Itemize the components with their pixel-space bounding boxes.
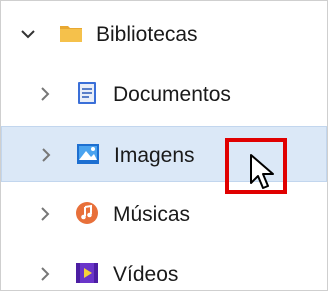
music-icon: [76, 202, 98, 224]
image-icon: [77, 144, 99, 164]
navigation-pane: Bibliotecas Documentos Imagens Músicas V…: [0, 0, 328, 291]
tree-item-label: Bibliotecas: [96, 23, 198, 46]
chevron-right-icon[interactable]: [36, 265, 54, 283]
document-icon: [78, 82, 96, 104]
tree-item-bibliotecas[interactable]: Bibliotecas: [1, 6, 327, 62]
chevron-right-icon[interactable]: [36, 85, 54, 103]
chevron-right-icon[interactable]: [37, 146, 55, 164]
tree-item-musicas[interactable]: Músicas: [1, 186, 327, 242]
folder-icon: [60, 26, 82, 42]
tree-item-label: Vídeos: [113, 263, 179, 286]
chevron-down-icon[interactable]: [19, 25, 37, 43]
tree-item-label: Músicas: [113, 203, 191, 226]
tree-item-documentos[interactable]: Documentos: [1, 66, 327, 122]
mouse-pointer-icon: [250, 154, 274, 189]
tree-item-label: Imagens: [114, 144, 195, 167]
tree-item-label: Documentos: [113, 83, 231, 106]
chevron-right-icon[interactable]: [36, 205, 54, 223]
tree-item-videos[interactable]: Vídeos: [1, 246, 327, 290]
video-icon: [76, 263, 98, 283]
